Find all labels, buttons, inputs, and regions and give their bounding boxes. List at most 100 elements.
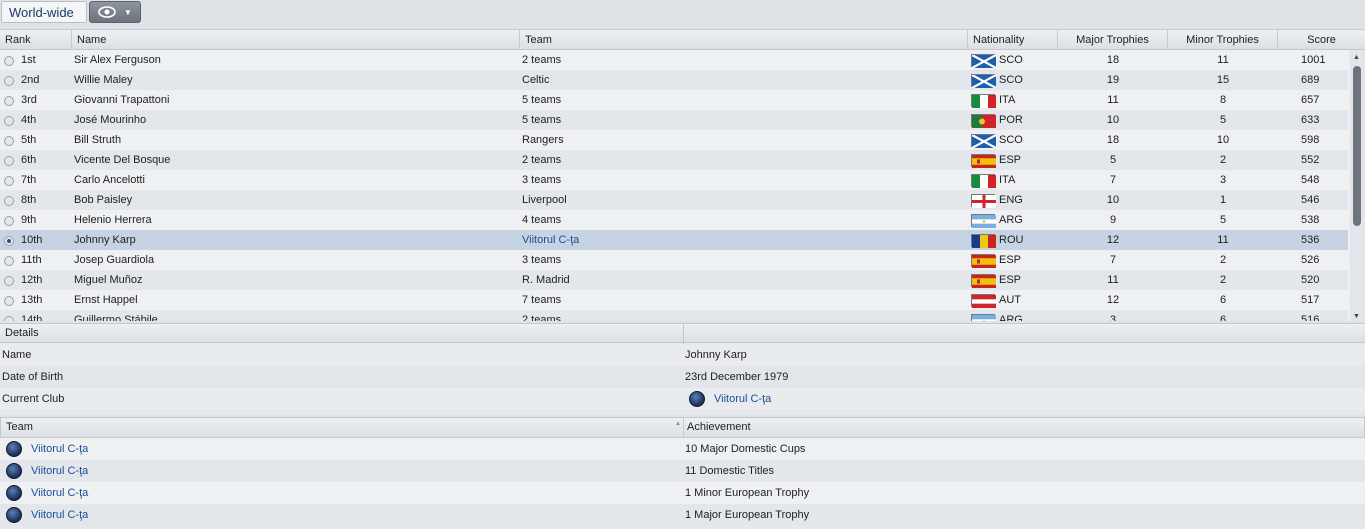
table-scrollbar[interactable]: ▲ ▼ <box>1350 50 1365 321</box>
team-cell[interactable]: Viitorul C-ţa <box>522 230 579 250</box>
team-link[interactable]: Viitorul C-ţa <box>31 504 88 526</box>
team-cell[interactable]: 3 teams <box>522 250 561 270</box>
team-link[interactable]: Viitorul C-ţa <box>31 438 88 460</box>
table-row[interactable]: 5th Bill Struth Rangers SCO 18 10 598 <box>0 130 1348 150</box>
manager-name-link[interactable]: Willie Maley <box>74 70 133 90</box>
table-row[interactable]: 9th Helenio Herrera 4 teams ARG 9 5 538 <box>0 210 1348 230</box>
view-title[interactable]: World-wide <box>1 1 87 23</box>
column-header-major-trophies[interactable]: Major Trophies <box>1058 30 1168 50</box>
column-header-team[interactable]: Team <box>520 30 968 50</box>
column-header-rank[interactable]: Rank <box>0 30 72 50</box>
column-header-nationality[interactable]: Nationality <box>968 30 1058 50</box>
current-club-link[interactable]: Viitorul C-ţa <box>714 388 771 410</box>
team-cell[interactable]: Rangers <box>522 130 564 150</box>
row-select-radio[interactable] <box>4 96 14 106</box>
team-cell[interactable]: 5 teams <box>522 90 561 110</box>
team-cell[interactable]: 3 teams <box>522 170 561 190</box>
manager-name-link[interactable]: Helenio Herrera <box>74 210 152 230</box>
manager-name-link[interactable]: Miguel Muñoz <box>74 270 142 290</box>
rank-cell: 13th <box>21 294 43 306</box>
table-row[interactable]: 4th José Mourinho 5 teams POR 10 5 633 <box>0 110 1348 130</box>
major-trophies-cell: 12 <box>1106 294 1120 306</box>
column-header-minor-trophies[interactable]: Minor Trophies <box>1168 30 1278 50</box>
scrollbar-thumb[interactable] <box>1353 66 1361 226</box>
major-trophies-cell: 5 <box>1109 154 1117 166</box>
row-select-radio[interactable] <box>4 276 14 286</box>
score-cell: 520 <box>1301 274 1320 286</box>
row-select-radio[interactable] <box>4 136 14 146</box>
table-row[interactable]: 8th Bob Paisley Liverpool ENG 10 1 546 <box>0 190 1348 210</box>
row-select-radio[interactable] <box>4 216 14 226</box>
team-cell[interactable]: 2 teams <box>522 50 561 70</box>
club-badge-icon <box>689 391 705 407</box>
detail-label: Name <box>2 349 32 361</box>
achievement-text: 10 Major Domestic Cups <box>685 443 806 455</box>
table-row[interactable]: 14th Guillermo Stábile 2 teams ARG 3 6 516 <box>0 310 1348 321</box>
club-badge-icon <box>6 441 22 457</box>
manager-name-link[interactable]: Sir Alex Ferguson <box>74 50 161 70</box>
manager-name-link[interactable]: Giovanni Trapattoni <box>74 90 169 110</box>
score-cell: 536 <box>1301 234 1320 246</box>
team-cell[interactable]: Liverpool <box>522 190 567 210</box>
row-select-radio[interactable] <box>4 116 14 126</box>
major-trophies-cell: 7 <box>1109 254 1117 266</box>
scroll-down-icon[interactable]: ▼ <box>1353 313 1360 320</box>
rank-cell: 12th <box>21 274 43 286</box>
nationality-cell: ESP <box>999 274 1022 286</box>
row-select-radio[interactable] <box>4 316 14 321</box>
manager-name-link[interactable]: José Mourinho <box>74 110 146 130</box>
team-cell[interactable]: Celtic <box>522 70 550 90</box>
manager-name-link[interactable]: Carlo Ancelotti <box>74 170 145 190</box>
score-cell: 689 <box>1301 74 1320 86</box>
table-row[interactable]: 1st Sir Alex Ferguson 2 teams SCO 18 11 1001 <box>0 50 1348 70</box>
score-cell: 1001 <box>1301 54 1326 66</box>
table-row[interactable]: 3rd Giovanni Trapattoni 5 teams ITA 11 8 657 <box>0 90 1348 110</box>
column-header-achievement[interactable]: Achievement <box>687 418 751 437</box>
team-link[interactable]: Viitorul C-ţa <box>31 460 88 482</box>
achievement-row: Viitorul C-ţa 1 Major European Trophy <box>0 504 1365 526</box>
minor-trophies-cell: 2 <box>1219 254 1227 266</box>
detail-value: Johnny Karp <box>685 349 747 361</box>
major-trophies-cell: 18 <box>1106 54 1120 66</box>
table-row[interactable]: 11th Josep Guardiola 3 teams ESP 7 2 526 <box>0 250 1348 270</box>
minor-trophies-cell: 8 <box>1219 94 1227 106</box>
team-cell[interactable]: 2 teams <box>522 310 561 321</box>
team-cell[interactable]: 2 teams <box>522 150 561 170</box>
column-header-team[interactable]: Team <box>6 418 33 437</box>
column-header-score[interactable]: Score <box>1278 30 1365 50</box>
row-select-radio[interactable] <box>4 56 14 66</box>
column-header-name[interactable]: Name <box>72 30 520 50</box>
team-cell[interactable]: 4 teams <box>522 210 561 230</box>
manager-name-link[interactable]: Josep Guardiola <box>74 250 154 270</box>
row-select-radio[interactable] <box>4 176 14 186</box>
row-select-radio[interactable] <box>4 156 14 166</box>
manager-name-link[interactable]: Guillermo Stábile <box>74 310 158 321</box>
team-link[interactable]: Viitorul C-ţa <box>31 482 88 504</box>
nationality-cell: ESP <box>999 254 1022 266</box>
row-select-radio[interactable] <box>4 196 14 206</box>
table-row[interactable]: 7th Carlo Ancelotti 3 teams ITA 7 3 548 <box>0 170 1348 190</box>
row-select-radio[interactable] <box>4 256 14 266</box>
team-cell[interactable]: 5 teams <box>522 110 561 130</box>
manager-name-link[interactable]: Bill Struth <box>74 130 121 150</box>
row-select-radio[interactable] <box>4 236 14 246</box>
table-row[interactable]: 10th Johnny Karp Viitorul C-ţa ROU 12 11 536 <box>0 230 1348 250</box>
major-trophies-cell: 9 <box>1109 214 1117 226</box>
table-row[interactable]: 2nd Willie Maley Celtic SCO 19 15 689 <box>0 70 1348 90</box>
manager-name-link[interactable]: Ernst Happel <box>74 290 138 310</box>
table-row[interactable]: 6th Vicente Del Bosque 2 teams ESP 5 2 552 <box>0 150 1348 170</box>
table-row[interactable]: 12th Miguel Muñoz R. Madrid ESP 11 2 520 <box>0 270 1348 290</box>
team-cell[interactable]: 7 teams <box>522 290 561 310</box>
score-cell: 538 <box>1301 214 1320 226</box>
table-row[interactable]: 13th Ernst Happel 7 teams AUT 12 6 517 <box>0 290 1348 310</box>
manager-name-link[interactable]: Johnny Karp <box>74 230 136 250</box>
team-cell[interactable]: R. Madrid <box>522 270 570 290</box>
manager-name-link[interactable]: Bob Paisley <box>74 190 132 210</box>
row-select-radio[interactable] <box>4 76 14 86</box>
scroll-up-icon[interactable]: ▲ <box>1353 54 1360 61</box>
minor-trophies-cell: 3 <box>1219 174 1227 186</box>
row-select-radio[interactable] <box>4 296 14 306</box>
esp-flag-icon <box>971 254 996 268</box>
manager-name-link[interactable]: Vicente Del Bosque <box>74 150 170 170</box>
view-options-button[interactable]: ▼ <box>89 1 141 23</box>
